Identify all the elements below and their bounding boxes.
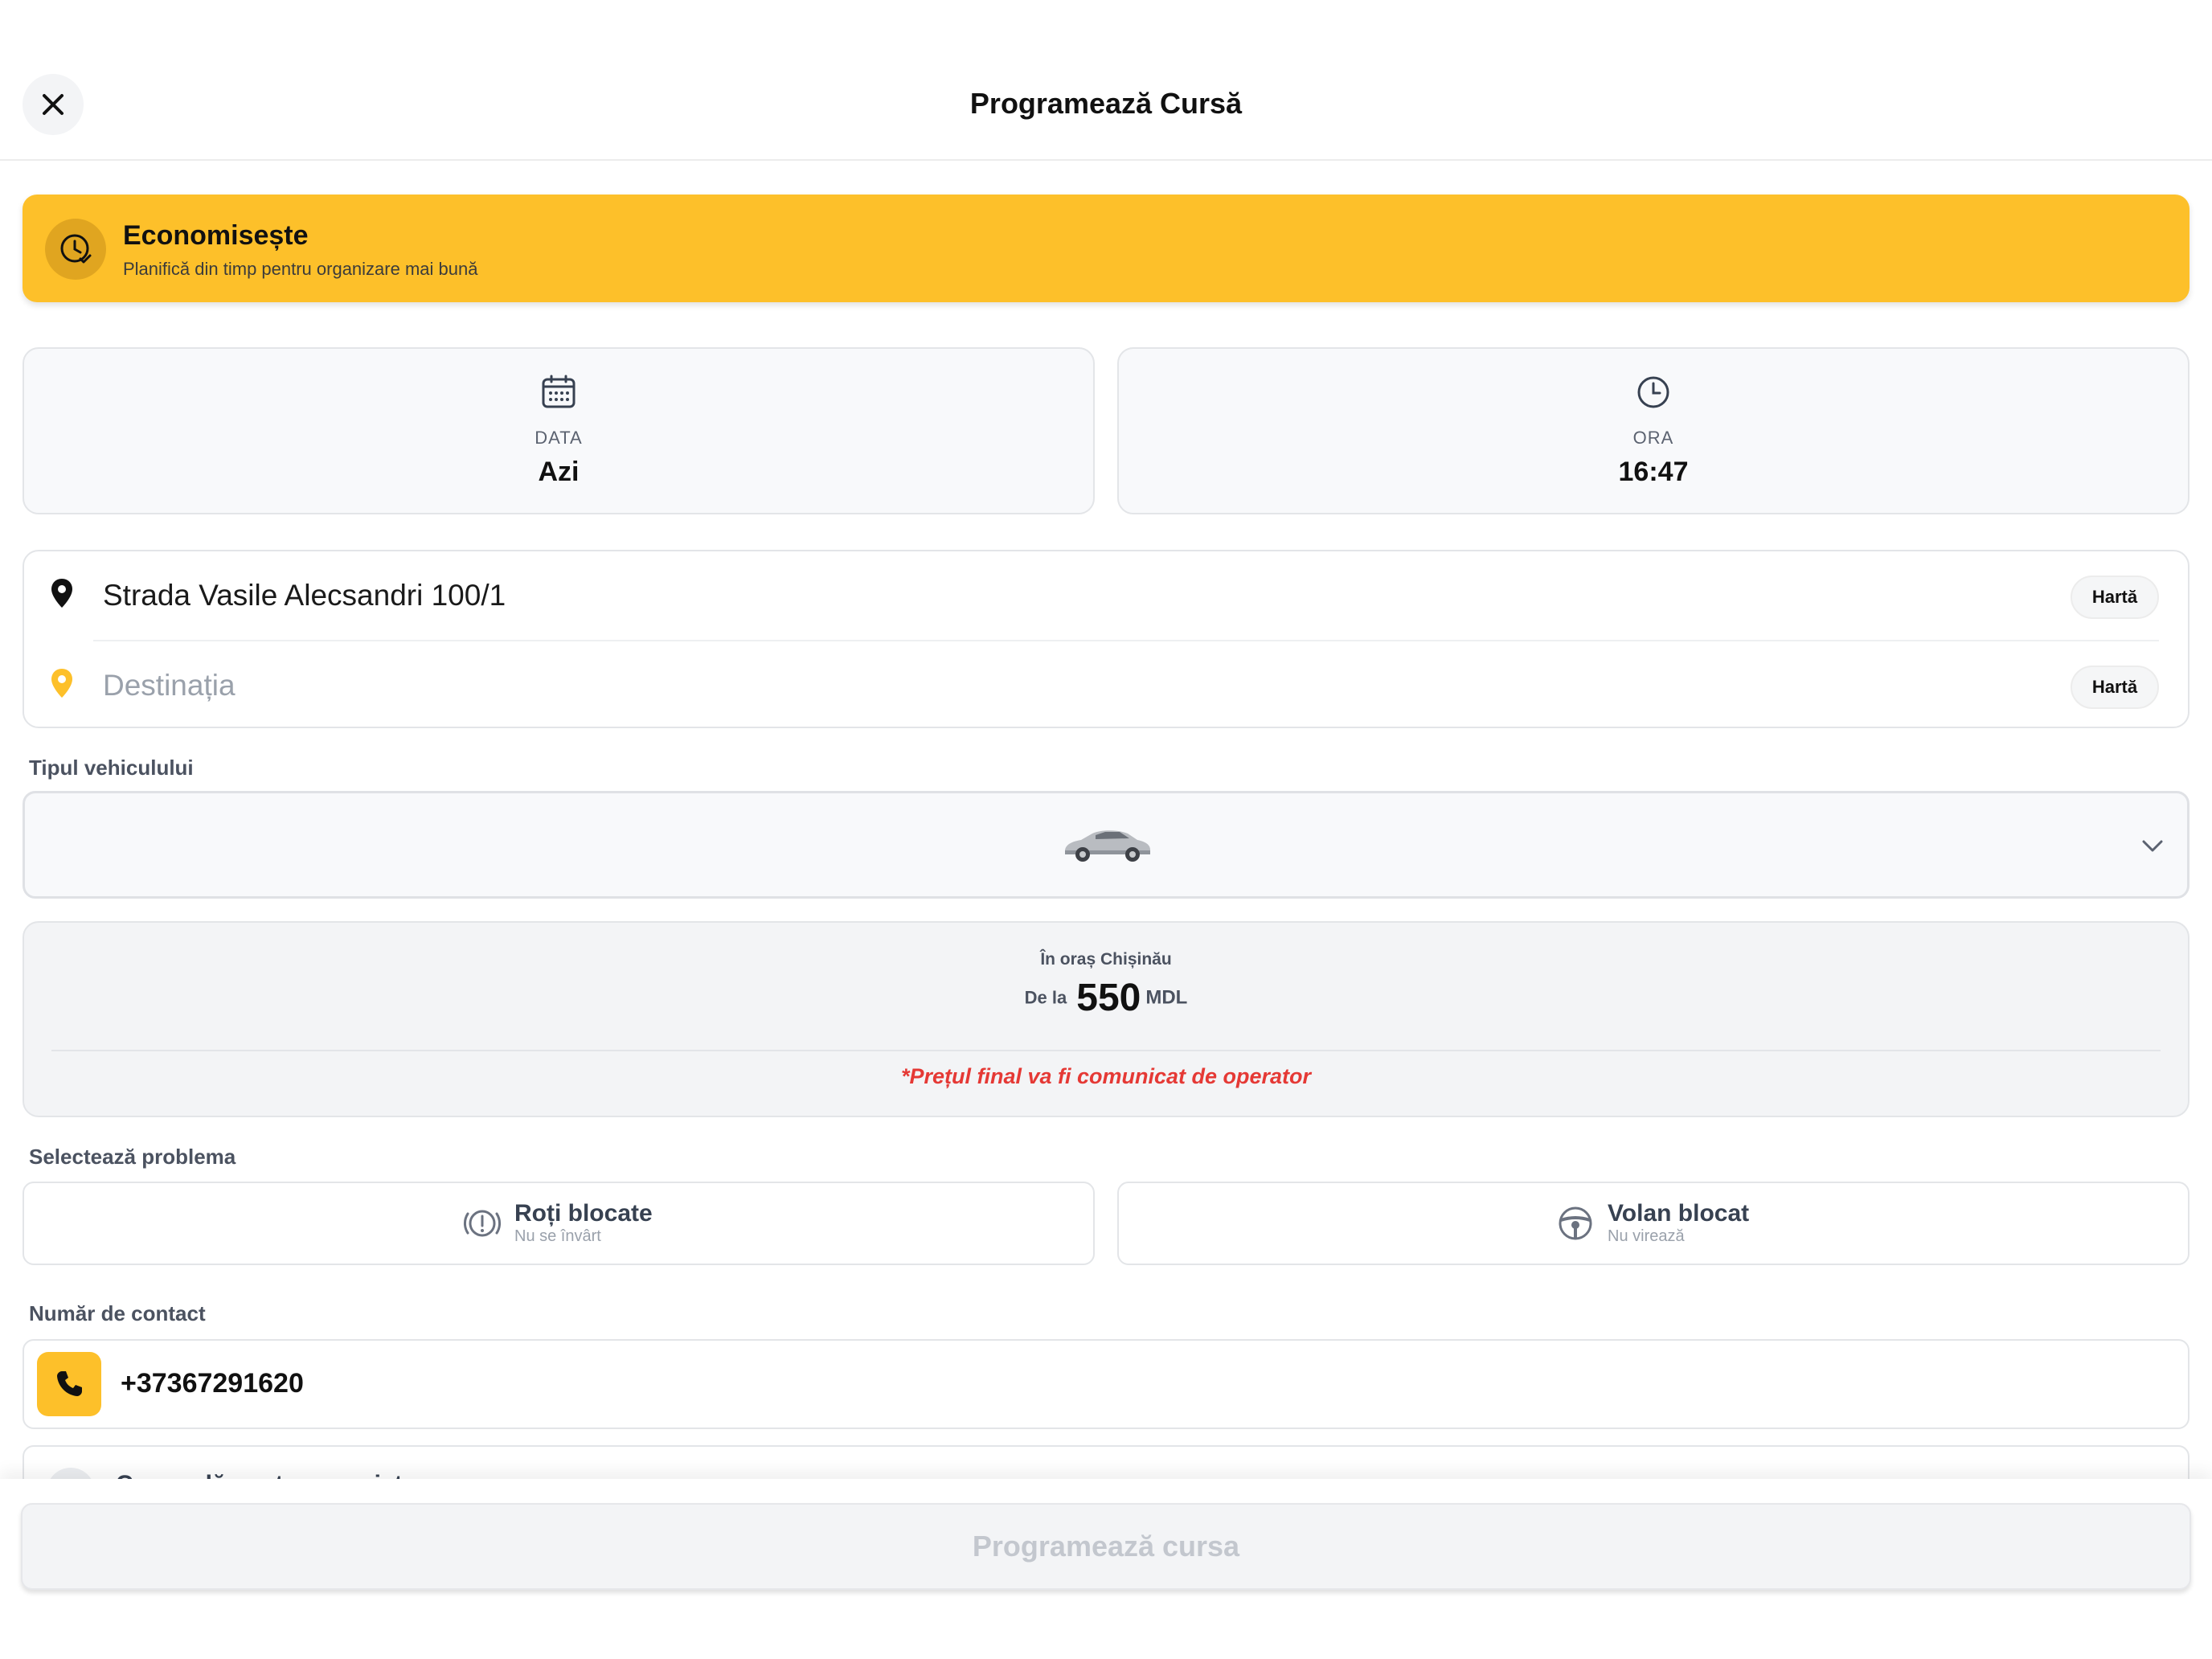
problem-option-steering[interactable]: Volan blocat Nu virează: [1117, 1182, 2189, 1265]
destination-row[interactable]: Destinația Hartă: [24, 641, 2188, 730]
calendar-icon: [542, 375, 576, 408]
pickup-map-button[interactable]: Hartă: [2071, 576, 2159, 619]
car-icon: [1065, 830, 1150, 862]
chevron-down-icon: [2142, 840, 2163, 852]
promo-banner: Economisește Planifică din timp pentru o…: [23, 195, 2189, 302]
header: Programează Cursă: [0, 0, 2212, 161]
destination-input[interactable]: Destinația: [103, 669, 236, 703]
route-card: Strada Vasile Alecsandri 100/1 Hartă Des…: [23, 550, 2189, 728]
time-label: ORA: [1632, 428, 1674, 448]
price-card: În oraș Chișinău De la 550 MDL *Prețul fin…: [23, 921, 2189, 1117]
date-value: Azi: [538, 457, 580, 487]
date-picker[interactable]: DATA Azi: [23, 347, 1095, 514]
price-line: De la 550 MDL: [24, 976, 2188, 1020]
problem-subtitle-steering: Nu virează: [1608, 1227, 1685, 1245]
price-divider: [51, 1050, 2161, 1051]
problem-subtitle-wheels: Nu se învârt: [514, 1227, 601, 1245]
phone-icon: [57, 1371, 82, 1396]
date-label: DATA: [535, 428, 583, 448]
page-title: Programează Cursă: [969, 87, 1243, 120]
contact-field[interactable]: +37367291620: [23, 1339, 2189, 1429]
time-value: 16:47: [1618, 457, 1689, 487]
vehicle-type-select[interactable]: [23, 791, 2189, 899]
destination-pin-icon: [51, 669, 72, 698]
steering-wheel-icon: [1559, 1206, 1592, 1240]
alert-circle-icon: [464, 1210, 501, 1237]
time-picker[interactable]: ORA 16:47: [1117, 347, 2189, 514]
pickup-pin-icon: [51, 579, 72, 608]
price-amount: 550: [1076, 977, 1141, 1019]
price-currency: MDL: [1145, 986, 1188, 1009]
clock-check-icon: [45, 219, 106, 280]
promo-title: Economisește: [123, 220, 309, 251]
schedule-ride-button[interactable]: Programează cursa: [21, 1503, 2191, 1590]
problem-option-wheels[interactable]: Roți blocate Nu se învârt: [23, 1182, 1095, 1265]
problem-title-steering: Volan blocat: [1608, 1200, 1750, 1227]
bottom-bar: Programează cursa: [0, 1479, 2212, 1659]
destination-map-button[interactable]: Hartă: [2071, 666, 2159, 709]
vehicle-type-label: Tipul vehiculului: [29, 756, 194, 780]
pickup-address[interactable]: Strada Vasile Alecsandri 100/1: [103, 579, 506, 612]
clock-icon: [1637, 376, 1669, 408]
pickup-row[interactable]: Strada Vasile Alecsandri 100/1 Hartă: [24, 551, 2188, 640]
problem-title-wheels: Roți blocate: [514, 1200, 653, 1227]
phone-number[interactable]: +37367291620: [121, 1368, 304, 1399]
problem-label: Selectează problema: [29, 1145, 236, 1169]
price-note: *Prețul final va fi comunicat de operato…: [900, 1064, 1312, 1088]
contact-label: Număr de contact: [29, 1301, 206, 1325]
price-prefix: De la: [1024, 987, 1067, 1008]
phone-icon-box: [37, 1352, 101, 1416]
price-city: În oraș Chișinău: [1040, 950, 1172, 969]
promo-subtitle: Planifică din timp pentru organizare mai…: [123, 259, 478, 279]
